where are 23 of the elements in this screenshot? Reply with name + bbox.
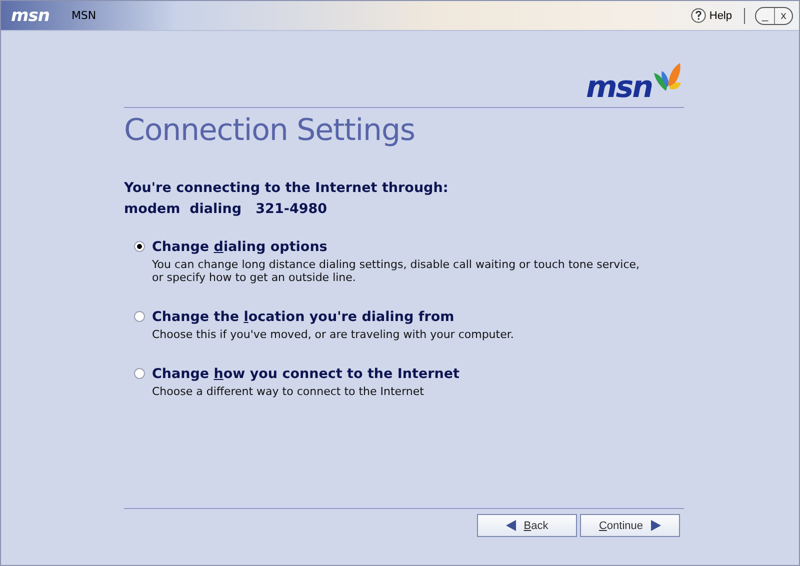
help-button[interactable]: Help [691, 8, 732, 23]
option-description: Choose a different way to connect to the Internet [152, 385, 425, 398]
left-arrow-icon [506, 520, 516, 531]
option-description: Choose this if you've moved, or are traveling with your computer. [152, 328, 514, 341]
back-button[interactable]: Back [477, 514, 577, 537]
connection-label: You're connecting to the Internet through: [124, 180, 450, 196]
msn-logo: msn [586, 63, 682, 103]
option-label[interactable]: Change how you connect to the Internet [152, 366, 460, 382]
help-icon [691, 8, 706, 23]
window-title: MSN [71, 9, 98, 22]
radio-button[interactable] [134, 311, 145, 322]
right-arrow-icon [651, 520, 662, 531]
close-button[interactable]: x [774, 8, 792, 24]
radio-button[interactable] [134, 368, 145, 379]
title-logo: msn [11, 6, 50, 26]
option-label[interactable]: Change dialing options [152, 239, 652, 255]
connection-method: modem dialing 321-4980 [124, 201, 328, 217]
minimize-button[interactable]: _ [756, 8, 774, 24]
radio-button[interactable] [134, 241, 145, 252]
page-heading: Connection Settings [124, 113, 416, 148]
option-description: You can change long distance dialing settings, disable call waiting or touch tone service, or specify how to get an outside line. [152, 258, 641, 284]
option-label[interactable]: Change the location you're dialing from [152, 309, 514, 325]
continue-button[interactable]: Continue [580, 514, 680, 537]
